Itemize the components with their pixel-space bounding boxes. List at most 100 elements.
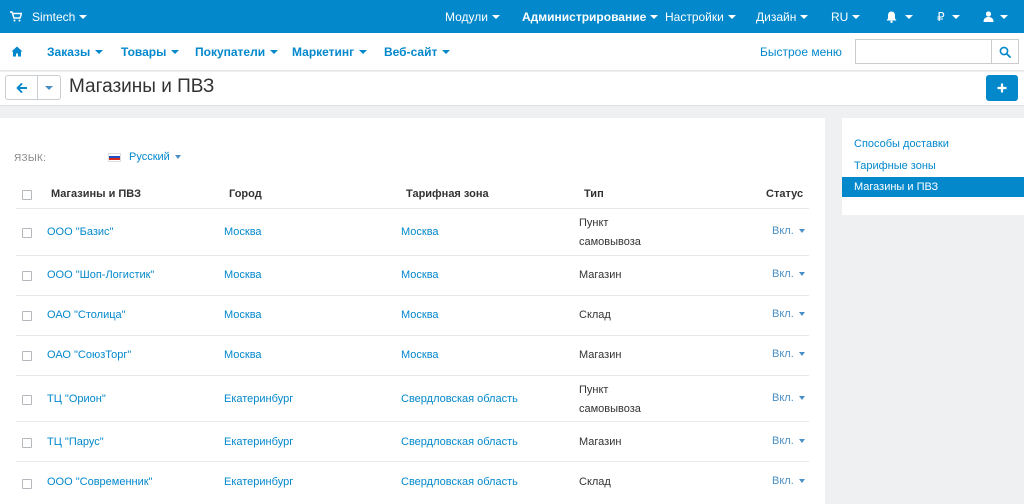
menu-settings[interactable]: Настройки (665, 0, 736, 33)
sidebar-item-rate-zones[interactable]: Тарифные зоны (842, 156, 1024, 176)
zone-link[interactable]: Москва (401, 309, 439, 321)
row-checkbox[interactable] (22, 351, 32, 361)
chevron-down-icon (852, 14, 861, 19)
zone-link[interactable]: Москва (401, 349, 439, 361)
row-checkbox[interactable] (22, 438, 32, 448)
currency-menu[interactable]: ₽ (937, 0, 960, 33)
column-header-type[interactable]: Тип (584, 188, 604, 200)
nav-customers[interactable]: Покупатели (195, 33, 279, 70)
store-name-link[interactable]: ОАО "СоюзТорг" (47, 349, 131, 361)
chevron-down-icon (270, 49, 279, 54)
status-dropdown[interactable]: Вкл. (772, 392, 805, 404)
store-name-link[interactable]: ОАО "Столица" (47, 309, 126, 321)
chevron-down-icon (798, 479, 805, 484)
status-dropdown[interactable]: Вкл. (772, 225, 805, 237)
row-checkbox[interactable] (22, 311, 32, 321)
sidebar-item-label: Тарифные зоны (854, 160, 936, 172)
bell-icon (886, 11, 897, 23)
nav-products-label: Товары (121, 44, 167, 59)
store-name-link[interactable]: ООО "Базис" (47, 226, 113, 238)
store-type: Магазин (579, 266, 621, 285)
column-header-status[interactable]: Статус (766, 188, 803, 200)
row-checkbox[interactable] (22, 271, 32, 281)
city-link[interactable]: Екатеринбург (224, 436, 293, 448)
menu-modules[interactable]: Модули (445, 0, 500, 33)
row-checkbox[interactable] (22, 479, 32, 489)
status-dropdown[interactable]: Вкл. (772, 268, 805, 280)
row-checkbox[interactable] (22, 395, 32, 405)
status-dropdown[interactable]: Вкл. (772, 435, 805, 447)
search-box (855, 39, 1019, 64)
chevron-down-icon (951, 14, 960, 19)
city-link[interactable]: Москва (224, 309, 262, 321)
city-link[interactable]: Екатеринбург (224, 393, 293, 405)
nav-products[interactable]: Товары (121, 33, 180, 70)
nav-website[interactable]: Веб-сайт (384, 33, 451, 70)
user-icon (983, 11, 994, 22)
city-link[interactable]: Москва (224, 349, 262, 361)
home-link[interactable] (11, 33, 23, 70)
back-button[interactable] (6, 76, 38, 99)
store-type-line: самовывоза (579, 236, 641, 248)
city-link[interactable]: Екатеринбург (224, 476, 293, 488)
quick-menu-link[interactable]: Быстрое меню (760, 33, 842, 70)
chevron-down-icon (79, 14, 88, 19)
zone-link[interactable]: Свердловская область (401, 476, 518, 488)
zone-link[interactable]: Свердловская область (401, 436, 518, 448)
search-input[interactable] (856, 40, 991, 63)
status-label: Вкл. (772, 435, 794, 447)
sidebar-item-shipping-methods[interactable]: Способы доставки (842, 134, 1024, 154)
zone-link[interactable]: Свердловская область (401, 393, 518, 405)
city-link[interactable]: Москва (224, 226, 262, 238)
store-type: Магазин (579, 346, 621, 365)
store-type: Склад (579, 306, 611, 325)
store-name-link[interactable]: ООО "Шоп-Логистик" (47, 269, 154, 281)
store-name-link[interactable]: ТЦ "Парус" (47, 436, 104, 448)
quick-menu-label: Быстрое меню (760, 44, 842, 59)
chevron-down-icon (491, 14, 500, 19)
store-name-link[interactable]: ООО "Современник" (47, 476, 152, 488)
menu-administration[interactable]: Администрирование (522, 0, 659, 33)
status-dropdown[interactable]: Вкл. (772, 348, 805, 360)
nav-orders[interactable]: Заказы (47, 33, 104, 70)
search-button[interactable] (991, 40, 1018, 63)
city-link[interactable]: Москва (224, 269, 262, 281)
sidebar: Способы доставки Тарифные зоны Магазины … (842, 118, 1024, 215)
ru-flag-icon (108, 152, 121, 162)
column-header-name[interactable]: Магазины и ПВЗ (51, 188, 141, 200)
store-name-link[interactable]: ТЦ "Орион" (47, 393, 106, 405)
nav-marketing[interactable]: Маркетинг (292, 33, 368, 70)
select-all-checkbox[interactable] (22, 190, 32, 200)
column-header-city[interactable]: Город (229, 188, 262, 200)
chevron-down-icon (95, 49, 104, 54)
row-checkbox[interactable] (22, 228, 32, 238)
chevron-down-icon (174, 155, 181, 159)
user-menu[interactable] (983, 0, 1008, 33)
chevron-down-icon (359, 49, 368, 54)
home-icon (11, 46, 23, 57)
language-label: ЯЗЫК: (14, 153, 47, 164)
chevron-down-icon (800, 14, 809, 19)
chevron-down-icon (798, 352, 805, 357)
chevron-down-icon (798, 439, 805, 444)
store-switcher[interactable]: Simtech (10, 0, 88, 33)
back-history-dropdown[interactable] (38, 76, 60, 99)
main-nav: Заказы Товары Покупатели Маркетинг Веб-с… (0, 33, 1024, 71)
menu-modules-label: Модули (445, 9, 488, 24)
zone-link[interactable]: Москва (401, 269, 439, 281)
menu-design[interactable]: Дизайн (756, 0, 809, 33)
zone-link[interactable]: Москва (401, 226, 439, 238)
store-type-line: Магазин (579, 269, 622, 281)
status-label: Вкл. (772, 475, 794, 487)
page-title: Магазины и ПВЗ (69, 76, 215, 97)
column-header-zone[interactable]: Тарифная зона (406, 188, 489, 200)
add-store-button[interactable] (986, 75, 1018, 101)
notifications-menu[interactable] (886, 0, 913, 33)
status-dropdown[interactable]: Вкл. (772, 475, 805, 487)
sidebar-item-stores[interactable]: Магазины и ПВЗ (842, 177, 1024, 197)
status-dropdown[interactable]: Вкл. (772, 308, 805, 320)
menu-design-label: Дизайн (756, 9, 797, 24)
menu-language[interactable]: RU (831, 0, 861, 33)
sidebar-item-label: Способы доставки (854, 138, 949, 150)
language-selector[interactable]: Русский (108, 151, 181, 163)
